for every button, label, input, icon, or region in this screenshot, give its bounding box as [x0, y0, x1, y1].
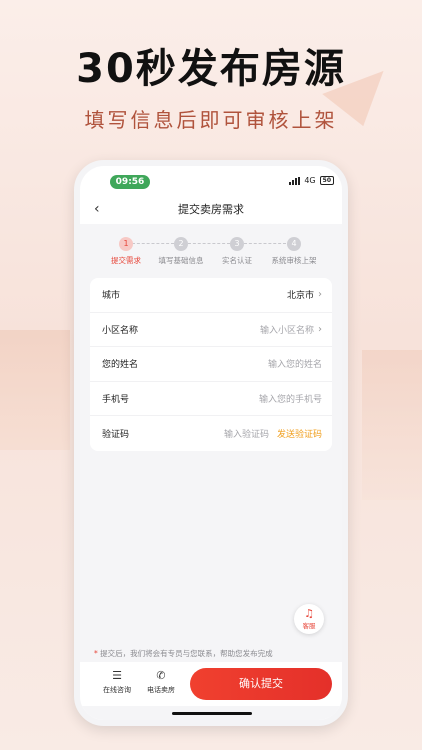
headset-icon: ♫: [304, 607, 314, 620]
background-decoration: [362, 350, 422, 500]
network-label: 4G: [304, 176, 316, 185]
step-3: 3 实名认证: [207, 237, 267, 266]
phone-input[interactable]: 输入您的手机号: [259, 392, 322, 405]
customer-service-button[interactable]: ♫ 客服: [294, 604, 324, 634]
promo-title: 30秒发布房源: [76, 46, 346, 92]
code-row: 验证码 输入验证码 发送验证码: [90, 416, 332, 451]
city-value: 北京市: [286, 291, 314, 302]
submit-notice: * 提交后，我们将会有专员与您联系，帮助您发布完成: [94, 648, 273, 659]
home-indicator: [172, 712, 252, 715]
code-input[interactable]: 输入验证码: [224, 427, 269, 440]
sell-form: 城市 北京市 › 小区名称 输入小区名称 › 您的姓名 输入您的姓名 手机号 输…: [90, 278, 332, 451]
nav-bar: ‹ 提交卖房需求: [80, 194, 342, 224]
name-label: 您的姓名: [102, 360, 139, 371]
notice-text: 提交后，我们将会有专员与您联系，帮助您发布完成: [100, 649, 273, 658]
send-code-button[interactable]: 发送验证码: [277, 427, 322, 440]
confirm-submit-button[interactable]: 确认提交: [190, 668, 332, 700]
online-consult-button[interactable]: ☰ 在线咨询: [92, 669, 142, 695]
city-label: 城市: [102, 291, 121, 302]
step-label: 系统审核上架: [271, 256, 317, 265]
name-input[interactable]: 输入您的姓名: [268, 357, 322, 370]
online-consult-label: 在线咨询: [103, 686, 131, 694]
promo-subtitle: 填写信息后即可审核上架: [84, 108, 338, 132]
chevron-right-icon: ›: [318, 289, 322, 301]
app-screen: 09:56 4G 50 ‹ 提交卖房需求 1 提交需求 2 填写基础信息 3 实…: [80, 166, 342, 720]
community-row[interactable]: 小区名称 输入小区名称 ›: [90, 313, 332, 347]
city-row[interactable]: 城市 北京市 ›: [90, 278, 332, 313]
step-2: 2 填写基础信息: [151, 237, 211, 266]
status-indicators: 4G 50: [289, 176, 334, 185]
step-label: 填写基础信息: [158, 256, 204, 265]
phone-frame: 09:56 4G 50 ‹ 提交卖房需求 1 提交需求 2 填写基础信息 3 实…: [74, 160, 348, 726]
battery-icon: 50: [319, 176, 334, 185]
phone-label: 手机号: [102, 394, 130, 405]
phone-row: 手机号 输入您的手机号: [90, 382, 332, 416]
code-label: 验证码: [102, 429, 130, 440]
step-number: 4: [287, 237, 301, 251]
phone-sell-button[interactable]: ✆ 电话卖房: [136, 669, 186, 695]
community-field[interactable]: 输入小区名称: [260, 323, 314, 336]
step-indicator: 1 提交需求 2 填写基础信息 3 实名认证 4 系统审核上架: [80, 224, 342, 278]
name-row: 您的姓名 输入您的姓名: [90, 347, 332, 382]
required-star: *: [94, 649, 98, 658]
step-1: 1 提交需求: [96, 237, 156, 266]
status-time: 09:56: [110, 175, 150, 189]
chevron-left-icon[interactable]: ‹: [94, 201, 100, 217]
community-label: 小区名称: [102, 325, 139, 336]
background-decoration: [0, 330, 70, 450]
step-label: 实名认证: [222, 256, 252, 265]
phone-icon: ✆: [156, 669, 166, 682]
signal-icon: [289, 176, 301, 185]
chevron-right-icon: ›: [318, 323, 322, 335]
page-title: 提交卖房需求: [178, 203, 244, 216]
step-label: 提交需求: [111, 256, 141, 265]
chat-icon: ☰: [112, 669, 122, 682]
bottom-bar: ☰ 在线咨询 ✆ 电话卖房 确认提交: [80, 662, 342, 706]
status-bar: 09:56 4G 50: [80, 166, 342, 194]
step-4: 4 系统审核上架: [264, 237, 324, 266]
customer-service-label: 客服: [302, 622, 316, 630]
step-number: 3: [230, 237, 244, 251]
step-number: 1: [119, 237, 133, 251]
step-number: 2: [174, 237, 188, 251]
phone-sell-label: 电话卖房: [147, 686, 175, 694]
